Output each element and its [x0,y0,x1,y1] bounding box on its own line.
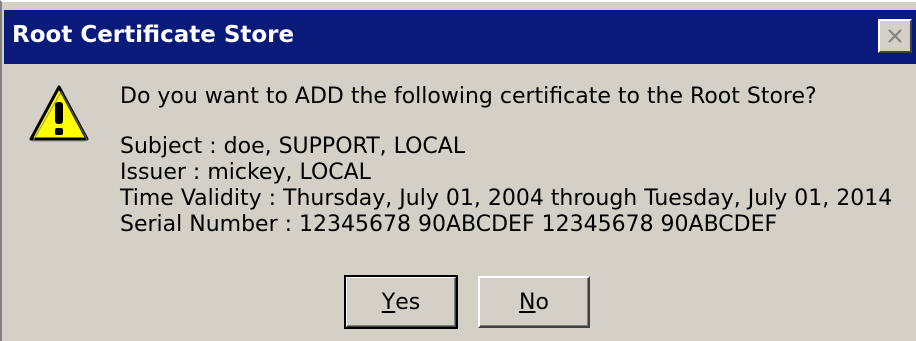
yes-button-mnemonic: Y [381,289,396,315]
window-title: Root Certificate Store [12,22,295,48]
message-area: Do you want to ADD the following certifi… [120,84,892,238]
confirmation-question: Do you want to ADD the following certifi… [120,84,817,109]
certificate-validity: Time Validity : Thursday, July 01, 2004 … [120,186,893,211]
close-icon [888,29,902,43]
warning-icon [28,84,90,142]
no-button-label: o [535,289,549,315]
yes-button[interactable]: Yes [344,275,458,329]
certificate-serial: Serial Number : 12345678 90ABCDEF 123456… [120,212,778,237]
certificate-issuer: Issuer : mickey, LOCAL [120,160,371,185]
root-certificate-dialog: Root Certificate Store Do you want to AD… [0,0,916,341]
close-button[interactable] [878,19,912,53]
certificate-subject: Subject : doe, SUPPORT, LOCAL [120,134,466,159]
yes-button-label: es [395,289,421,315]
title-bar[interactable]: Root Certificate Store [4,10,916,64]
no-button-mnemonic: N [519,289,536,315]
no-button[interactable]: No [478,276,590,328]
